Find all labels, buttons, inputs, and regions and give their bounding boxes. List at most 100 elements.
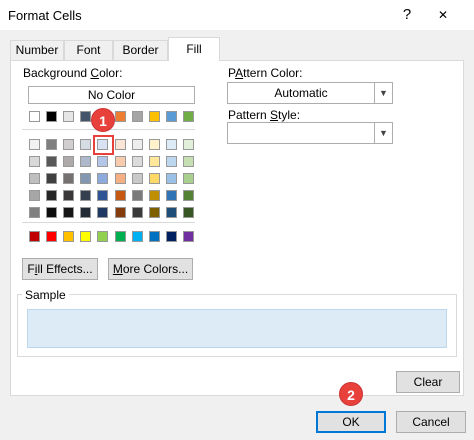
color-swatch[interactable] xyxy=(115,190,126,201)
close-icon[interactable]: ✕ xyxy=(428,4,458,26)
color-swatch[interactable] xyxy=(63,173,74,184)
clear-button[interactable]: Clear xyxy=(396,371,460,393)
color-swatch[interactable] xyxy=(183,156,194,167)
color-swatch[interactable] xyxy=(183,207,194,218)
background-color-label: Background Color: xyxy=(23,66,123,80)
standard-color-swatch[interactable] xyxy=(132,231,143,242)
color-swatch[interactable] xyxy=(97,207,108,218)
color-swatch[interactable] xyxy=(80,190,91,201)
color-swatch[interactable] xyxy=(183,173,194,184)
color-swatch[interactable] xyxy=(132,156,143,167)
color-swatch[interactable] xyxy=(29,156,40,167)
ok-button[interactable]: OK xyxy=(316,411,386,433)
sample-preview xyxy=(27,309,447,348)
color-swatch[interactable] xyxy=(149,111,160,122)
selected-swatch-highlight xyxy=(93,135,114,155)
more-colors-button[interactable]: More Colors... xyxy=(108,258,193,280)
color-swatch[interactable] xyxy=(115,111,126,122)
color-swatch[interactable] xyxy=(166,156,177,167)
color-swatch[interactable] xyxy=(183,139,194,150)
color-swatch[interactable] xyxy=(46,190,57,201)
color-swatch[interactable] xyxy=(149,173,160,184)
standard-color-swatch[interactable] xyxy=(97,231,108,242)
color-swatch[interactable] xyxy=(132,207,143,218)
palette-separator-2 xyxy=(22,222,195,223)
help-button[interactable]: ? xyxy=(392,4,422,26)
standard-color-swatch[interactable] xyxy=(80,231,91,242)
color-swatch[interactable] xyxy=(149,139,160,150)
color-swatch[interactable] xyxy=(183,190,194,201)
color-swatch[interactable] xyxy=(80,173,91,184)
color-swatch[interactable] xyxy=(29,173,40,184)
pattern-color-value: Automatic xyxy=(274,86,328,100)
no-color-button[interactable]: No Color xyxy=(28,86,195,104)
color-swatch[interactable] xyxy=(166,173,177,184)
color-swatch[interactable] xyxy=(63,156,74,167)
color-swatch[interactable] xyxy=(149,207,160,218)
chevron-down-icon[interactable]: ▼ xyxy=(374,123,392,143)
color-swatch[interactable] xyxy=(97,173,108,184)
color-swatch[interactable] xyxy=(29,111,40,122)
standard-color-swatch[interactable] xyxy=(63,231,74,242)
color-swatch[interactable] xyxy=(46,111,57,122)
color-swatch[interactable] xyxy=(132,190,143,201)
color-swatch[interactable] xyxy=(166,207,177,218)
standard-color-swatch[interactable] xyxy=(183,231,194,242)
color-swatch[interactable] xyxy=(166,139,177,150)
tab-fill[interactable]: Fill xyxy=(168,37,220,61)
title-bar: Format Cells ? ✕ xyxy=(0,0,474,30)
fill-effects-button[interactable]: Fill Effects... xyxy=(22,258,98,280)
chevron-down-icon[interactable]: ▼ xyxy=(374,83,392,103)
tab-fill-label: Fill xyxy=(186,42,202,56)
color-swatch[interactable] xyxy=(80,111,91,122)
color-swatch[interactable] xyxy=(80,207,91,218)
callout-badge-2: 2 xyxy=(339,382,363,406)
pattern-color-select[interactable]: Automatic ▼ xyxy=(227,82,393,104)
tab-border-label: Border xyxy=(122,43,159,57)
pattern-style-select[interactable]: ▼ xyxy=(227,122,393,144)
standard-color-swatch[interactable] xyxy=(115,231,126,242)
color-swatch[interactable] xyxy=(80,156,91,167)
tab-number[interactable]: Number xyxy=(10,40,64,60)
color-swatch[interactable] xyxy=(97,156,108,167)
color-swatch[interactable] xyxy=(46,173,57,184)
color-swatch[interactable] xyxy=(132,111,143,122)
standard-color-swatch[interactable] xyxy=(149,231,160,242)
color-swatch[interactable] xyxy=(63,207,74,218)
color-swatch[interactable] xyxy=(80,139,91,150)
color-swatch[interactable] xyxy=(29,207,40,218)
callout-badge-1: 1 xyxy=(91,108,115,132)
tab-font[interactable]: Font xyxy=(64,40,113,60)
color-swatch[interactable] xyxy=(166,190,177,201)
pattern-style-label: Pattern Style: xyxy=(228,108,301,122)
tab-border[interactable]: Border xyxy=(113,40,168,60)
color-swatch[interactable] xyxy=(149,190,160,201)
color-swatch[interactable] xyxy=(132,139,143,150)
standard-color-swatch[interactable] xyxy=(29,231,40,242)
standard-color-swatch[interactable] xyxy=(46,231,57,242)
cancel-button[interactable]: Cancel xyxy=(396,411,466,433)
color-swatch[interactable] xyxy=(63,190,74,201)
color-swatch[interactable] xyxy=(132,173,143,184)
tab-font-label: Font xyxy=(76,43,101,57)
color-swatch[interactable] xyxy=(46,156,57,167)
color-swatch[interactable] xyxy=(115,207,126,218)
color-swatch[interactable] xyxy=(63,139,74,150)
standard-color-swatch[interactable] xyxy=(166,231,177,242)
color-swatch[interactable] xyxy=(29,139,40,150)
pattern-color-label: PAttern Color: xyxy=(228,66,303,80)
color-swatch[interactable] xyxy=(183,111,194,122)
color-swatch[interactable] xyxy=(115,173,126,184)
color-swatch[interactable] xyxy=(46,139,57,150)
color-swatch[interactable] xyxy=(97,190,108,201)
color-swatch[interactable] xyxy=(149,156,160,167)
color-swatch[interactable] xyxy=(29,190,40,201)
color-swatch[interactable] xyxy=(63,111,74,122)
tab-number-label: Number xyxy=(15,43,59,57)
sample-label: Sample xyxy=(22,288,69,302)
color-swatch[interactable] xyxy=(115,139,126,150)
color-swatch[interactable] xyxy=(166,111,177,122)
window-title: Format Cells xyxy=(8,8,82,23)
color-swatch[interactable] xyxy=(115,156,126,167)
color-swatch[interactable] xyxy=(46,207,57,218)
